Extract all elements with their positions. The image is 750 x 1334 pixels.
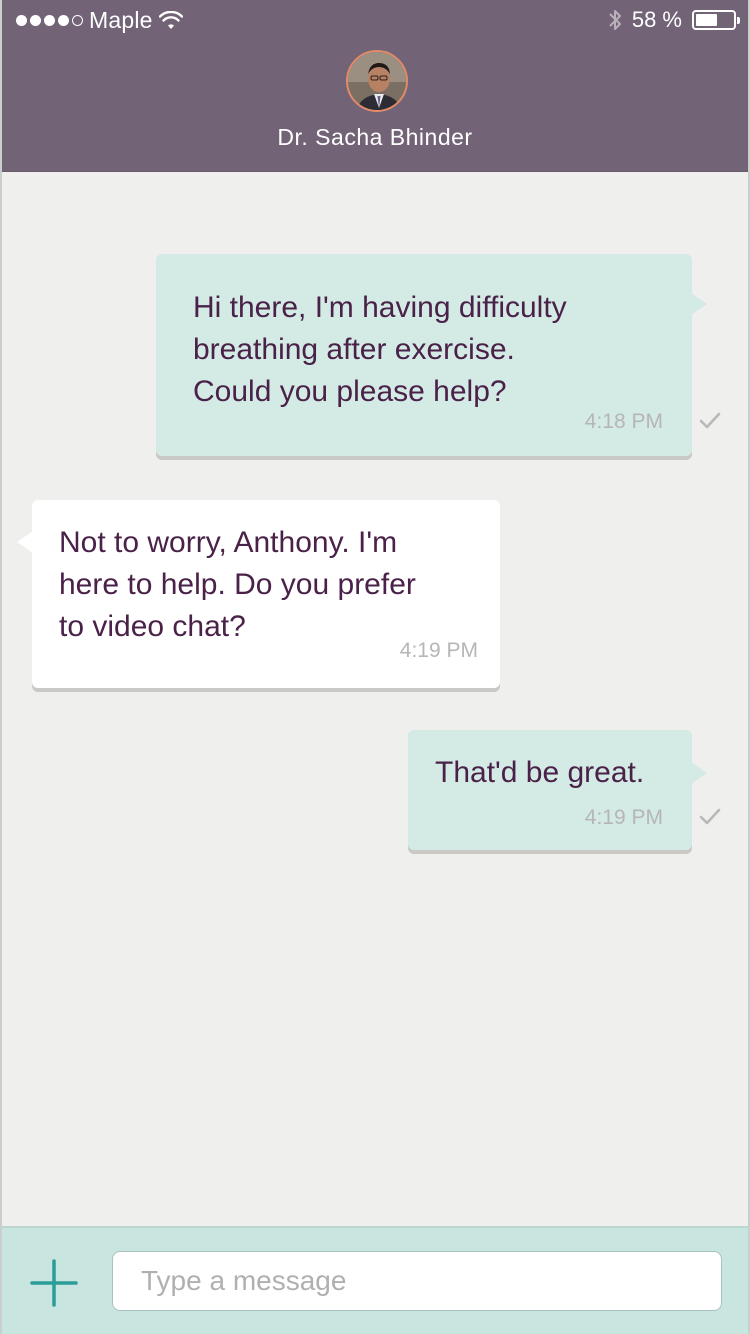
signal-dot: [30, 15, 41, 26]
bubble-tail: [17, 531, 33, 553]
battery-level-fill: [696, 14, 717, 26]
doctor-avatar[interactable]: [346, 50, 408, 112]
message-bubble-incoming[interactable]: Not to worry, Anthony. I'm here to help.…: [17, 500, 500, 688]
message-time: 4:19 PM: [399, 639, 478, 662]
signal-strength-icon: [16, 15, 83, 26]
bubble-tail: [691, 762, 707, 784]
status-right: 58 %: [608, 7, 740, 33]
doctor-photo: [348, 52, 406, 110]
plus-icon: [30, 1259, 78, 1307]
status-left: Maple: [16, 7, 183, 34]
bluetooth-icon: [609, 10, 621, 30]
battery-icon: [692, 10, 740, 30]
message-composer: [2, 1226, 748, 1334]
chat-screen: Maple 58 % Dr. Sacha Bhinder Hi there, I…: [0, 0, 750, 1334]
message-bubble-outgoing[interactable]: Hi there, I'm having difficulty breathin…: [156, 254, 707, 456]
signal-dot: [16, 15, 27, 26]
check-icon: [699, 808, 721, 825]
carrier-name: Maple: [89, 7, 153, 33]
message-text: Not to worry, Anthony. I'm here to help.…: [59, 526, 416, 643]
message-text: That'd be great.: [435, 756, 645, 789]
check-icon: [699, 412, 721, 429]
bubble-tail: [691, 293, 707, 315]
wifi-icon: [158, 10, 183, 29]
message-time: 4:19 PM: [584, 806, 663, 829]
signal-dot: [44, 15, 55, 26]
signal-dot: [58, 15, 69, 26]
add-attachment-button[interactable]: [28, 1257, 80, 1309]
status-bar: Maple 58 %: [2, 0, 748, 40]
doctor-name[interactable]: Dr. Sacha Bhinder: [2, 124, 748, 151]
battery-percent: 58 %: [631, 7, 682, 32]
message-bubble-outgoing[interactable]: That'd be great. 4:19 PM: [408, 730, 707, 850]
signal-dot: [72, 15, 83, 26]
message-text: Hi there, I'm having difficulty breathin…: [193, 291, 567, 408]
chat-header: Maple 58 % Dr. Sacha Bhinder: [2, 0, 748, 172]
message-time: 4:18 PM: [584, 410, 663, 433]
message-input[interactable]: [112, 1251, 722, 1311]
